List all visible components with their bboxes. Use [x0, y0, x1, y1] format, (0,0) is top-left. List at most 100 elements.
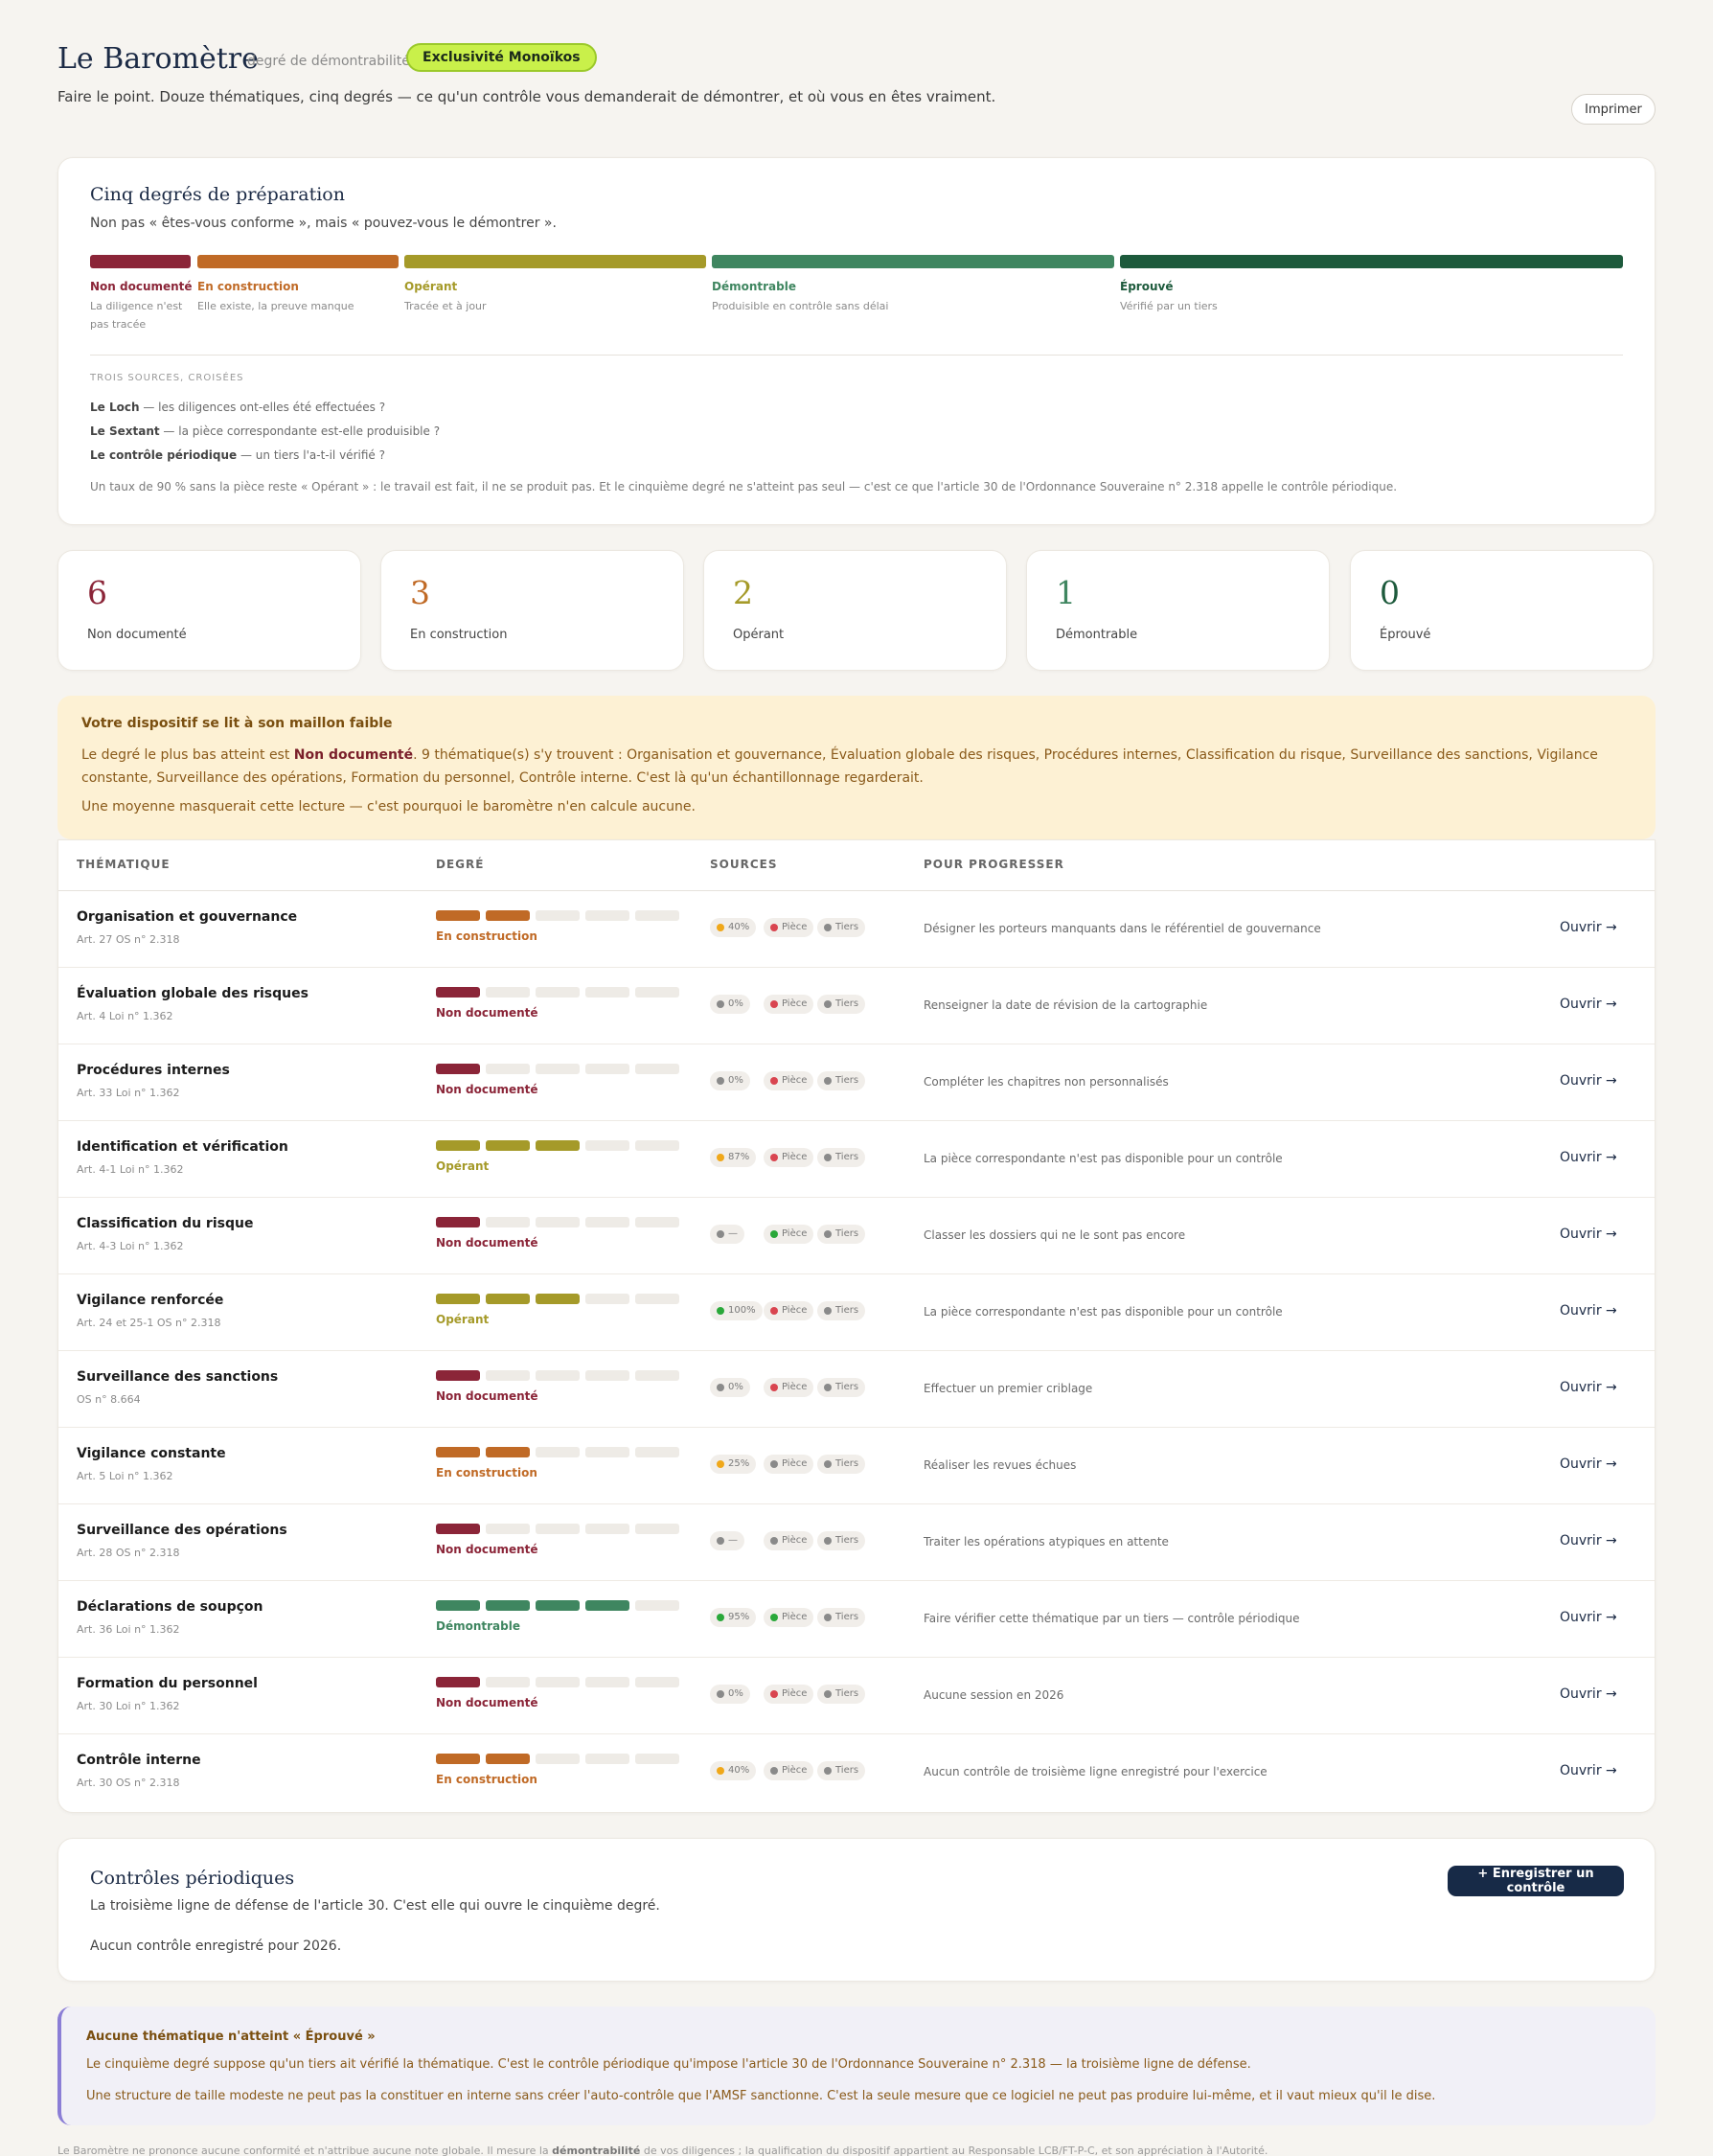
degree-segment [585, 1140, 629, 1151]
open-link[interactable]: Ouvrir → [1560, 1686, 1617, 1702]
source-pill: Tiers [817, 1685, 866, 1704]
controls-card: Contrôles périodiques La troisième ligne… [57, 1838, 1656, 1982]
status-dot [717, 924, 724, 931]
theme-name: Surveillance des opérations [77, 1523, 287, 1538]
status-dot [717, 1384, 724, 1391]
progress-hint: La pièce correspondante n'est pas dispon… [924, 1305, 1283, 1319]
open-link[interactable]: Ouvrir → [1560, 1533, 1617, 1548]
page-title: Le Baromètre [57, 42, 259, 76]
theme-law: Art. 30 OS n° 2.318 [77, 1777, 180, 1789]
degree-segment [486, 1447, 530, 1457]
scale-label: Éprouvé [1120, 280, 1174, 293]
source-pill: Tiers [817, 918, 866, 937]
table-row: Procédures internes Art. 33 Loi n° 1.362… [58, 1044, 1655, 1121]
column-header: DEGRÉ [436, 858, 485, 871]
theme-law: Art. 4-3 Loi n° 1.362 [77, 1240, 184, 1252]
degree-label: Non documenté [436, 1236, 538, 1250]
source-pill: Tiers [817, 1148, 866, 1167]
progress-hint: Aucune session en 2026 [924, 1688, 1064, 1702]
theme-law: Art. 24 et 25-1 OS n° 2.318 [77, 1317, 221, 1329]
degree-label: Non documenté [436, 1696, 538, 1709]
stat-card-en-construction: 3 En construction [380, 550, 684, 671]
note-title: Aucune thématique n'atteint « Éprouvé » [86, 2030, 376, 2044]
stat-card-operant: 2 Opérant [703, 550, 1007, 671]
degree-bar [436, 1294, 679, 1305]
scale-bar-en-construction [197, 255, 399, 268]
column-header: POUR PROGRESSER [924, 858, 1064, 871]
theme-law: Art. 28 OS n° 2.318 [77, 1547, 180, 1559]
scale-description: Tracée et à jour [404, 300, 487, 312]
degree-segment [436, 1524, 480, 1534]
status-dot [770, 1154, 778, 1161]
warning-body: Le degré le plus bas atteint est Non doc… [81, 747, 1598, 786]
stat-value: 3 [410, 574, 430, 611]
table-row: Identification et vérification Art. 4-1 … [58, 1121, 1655, 1198]
status-dot [717, 1230, 724, 1238]
degrees-card: Cinq degrés de préparation Non pas « ête… [57, 157, 1656, 525]
scale-bar-operant [404, 255, 706, 268]
degree-segment [635, 1140, 679, 1151]
degree-segment [536, 1447, 580, 1457]
open-link[interactable]: Ouvrir → [1560, 1227, 1617, 1242]
source-pill: Tiers [817, 1455, 866, 1474]
degree-segment [486, 1217, 530, 1227]
status-dot [717, 1767, 724, 1775]
source-pill: Pièce [764, 1301, 814, 1320]
stat-value: 0 [1380, 574, 1400, 611]
degree-segment [486, 910, 530, 921]
status-dot [770, 1460, 778, 1468]
scale-label: Non documenté [90, 280, 193, 293]
add-control-button[interactable]: + Enregistrer un contrôle [1448, 1866, 1624, 1896]
stat-label: Éprouvé [1380, 628, 1431, 642]
source-pill: 0% [710, 1685, 750, 1704]
stat-card-eprouve: 0 Éprouvé [1350, 550, 1654, 671]
status-dot [770, 1767, 778, 1775]
degree-label: Non documenté [436, 1083, 538, 1096]
stat-label: Non documenté [87, 628, 187, 642]
page-description: Faire le point. Douze thématiques, cinq … [57, 88, 996, 105]
theme-law: Art. 4 Loi n° 1.362 [77, 1010, 173, 1022]
source-pill: Pièce [764, 918, 814, 937]
source-pill: Tiers [817, 1301, 866, 1320]
progress-hint: Réaliser les revues échues [924, 1458, 1077, 1472]
theme-law: Art. 36 Loi n° 1.362 [77, 1623, 180, 1636]
open-link[interactable]: Ouvrir → [1560, 997, 1617, 1012]
print-button[interactable]: Imprimer [1571, 94, 1656, 125]
open-link[interactable]: Ouvrir → [1560, 920, 1617, 935]
source-line: Le contrôle périodique — un tiers l'a-t-… [90, 448, 385, 462]
themes-table: THÉMATIQUE DEGRÉ SOURCES POUR PROGRESSER… [57, 839, 1656, 1813]
degree-segment [436, 1370, 480, 1381]
source-line: Le Loch — les diligences ont-elles été e… [90, 401, 386, 414]
degree-segment [585, 1294, 629, 1304]
degree-segment [536, 1217, 580, 1227]
table-row: Classification du risque Art. 4-3 Loi n°… [58, 1198, 1655, 1274]
table-row: Organisation et gouvernance Art. 27 OS n… [58, 891, 1655, 968]
degree-segment [486, 1370, 530, 1381]
source-pill: 0% [710, 1378, 750, 1397]
degree-label: Démontrable [436, 1619, 520, 1633]
degree-segment [585, 1217, 629, 1227]
open-link[interactable]: Ouvrir → [1560, 1610, 1617, 1625]
open-link[interactable]: Ouvrir → [1560, 1380, 1617, 1395]
stat-label: En construction [410, 628, 508, 642]
degree-bar [436, 1600, 679, 1612]
degree-segment [635, 910, 679, 921]
status-dot [717, 1460, 724, 1468]
source-pill: Pièce [764, 1225, 814, 1244]
scale-description: Elle existe, la preuve manque [197, 300, 354, 312]
note-line: Le cinquième degré suppose qu'un tiers a… [86, 2057, 1251, 2072]
degree-segment [486, 1677, 530, 1687]
table-row: Surveillance des opérations Art. 28 OS n… [58, 1504, 1655, 1581]
open-link[interactable]: Ouvrir → [1560, 1763, 1617, 1778]
degree-segment [436, 1294, 480, 1304]
open-link[interactable]: Ouvrir → [1560, 1456, 1617, 1472]
status-dot [770, 1384, 778, 1391]
progress-hint: Renseigner la date de révision de la car… [924, 998, 1208, 1012]
status-dot [770, 924, 778, 931]
theme-name: Identification et vérification [77, 1139, 288, 1155]
open-link[interactable]: Ouvrir → [1560, 1073, 1617, 1089]
open-link[interactable]: Ouvrir → [1560, 1150, 1617, 1165]
open-link[interactable]: Ouvrir → [1560, 1303, 1617, 1319]
stat-label: Démontrable [1056, 628, 1138, 642]
progress-hint: Effectuer un premier criblage [924, 1382, 1093, 1395]
